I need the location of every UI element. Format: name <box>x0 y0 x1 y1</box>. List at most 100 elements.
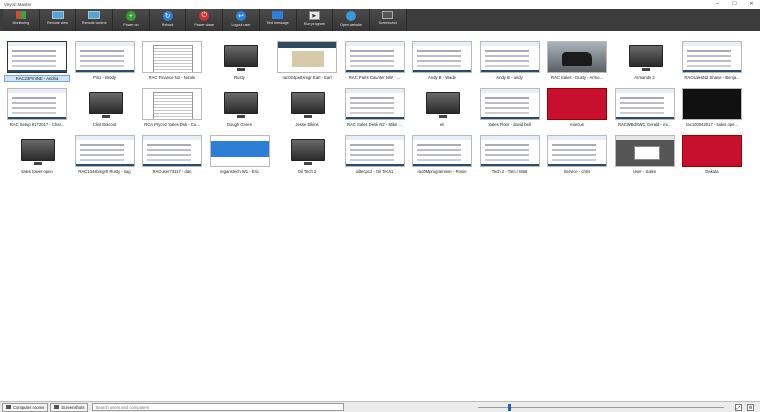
screen-thumbnail <box>614 135 675 167</box>
run-program-button[interactable]: ▶ Run program <box>296 9 334 31</box>
screen-thumbnail <box>547 135 607 167</box>
computer-tile[interactable]: Pin1 - Brody <box>72 35 138 81</box>
computer-tile[interactable]: RACuser73117 - dan <box>139 129 205 175</box>
zoom-slider[interactable] <box>478 404 724 411</box>
computer-tile[interactable]: RAC104sbmgr0 Rusty - sag <box>72 129 138 175</box>
screen-thumbnail <box>142 88 202 120</box>
screen-thumbnail <box>142 135 202 167</box>
computer-name: User - Sales <box>632 169 657 174</box>
zoom-slider-handle[interactable] <box>507 404 511 411</box>
monitor-icon <box>74 88 135 120</box>
computer-name: Clint Bolcout <box>92 122 117 127</box>
screenshots-label: Screenshots <box>61 404 85 410</box>
monitor-icon <box>277 135 337 167</box>
computer-tile[interactable]: eli <box>409 82 475 128</box>
toolbar-label: Run program <box>303 22 325 26</box>
computer-name: Sales Floor - david bell <box>488 122 531 127</box>
computer-tile[interactable]: Andy B - Wade <box>409 35 475 81</box>
power-down-button[interactable]: ⏻ Power down <box>186 9 224 31</box>
computer-tile[interactable]: RAC Parts Counter NW - ... <box>342 35 408 81</box>
computer-tile[interactable]: oiltecpc2 - Oil Tech1 <box>342 129 408 175</box>
auto-fit-icon[interactable]: ⤢ <box>735 404 742 411</box>
computer-name: RAC Parts Counter NW - ... <box>348 75 401 80</box>
screen-thumbnail <box>547 41 607 73</box>
computer-name: Pin1 - Brody <box>92 75 117 80</box>
computer-tile[interactable]: reganstech W1 - Eric <box>207 129 273 175</box>
search-input[interactable] <box>92 403 345 411</box>
computer-tile[interactable]: Rusty <box>207 35 273 81</box>
computer-rooms-button[interactable]: Computer rooms <box>2 402 49 412</box>
computer-tile[interactable]: Dough Green <box>207 82 273 128</box>
computer-name: Andy B - Wade <box>427 75 456 80</box>
computer-tile[interactable]: Tech 2 - Tom / Matt <box>477 129 543 175</box>
screenshot-button[interactable]: Screenshot <box>369 9 407 31</box>
computer-name: RCA Pryce2 Sales Dsk - Cu... <box>144 122 200 127</box>
computer-tile[interactable]: Clint Bolcout <box>72 82 138 128</box>
settings-icon[interactable]: ⚙ <box>747 404 754 411</box>
computer-tile[interactable]: RACWBdSWC Gerald - mi... <box>612 82 678 128</box>
computer-name: RAC23PrntNE - Andria <box>4 75 70 82</box>
reboot-button[interactable]: ↻ Reboot <box>149 9 187 31</box>
computer-tile[interactable]: rac024partsmgr Earl - Earl <box>274 35 340 81</box>
computer-tile[interactable]: RAC Finance N2 - Nicole <box>139 35 205 81</box>
computer-tile[interactable]: Service - chris <box>544 129 610 175</box>
computer-name: reganstech W1 - Eric <box>219 169 260 174</box>
remote-control-button[interactable]: Remote control <box>76 9 114 31</box>
toolbar-label: Screenshot <box>378 21 397 25</box>
computer-name: rac024partsmgr Earl - Earl <box>282 75 332 80</box>
computer-tile[interactable]: rac100042017 - sales ope... <box>679 82 745 128</box>
computer-tile[interactable]: User - Sales <box>612 129 678 175</box>
computer-name: RACsalesN2 Shane - Benja... <box>684 75 740 80</box>
screenshots-button[interactable]: Screenshots <box>50 402 89 412</box>
title-bar: Veyon Master – ☐ ✕ <box>0 0 760 9</box>
computer-name: RACuser73117 - dan <box>152 169 192 174</box>
computer-tile[interactable]: Dakota <box>679 129 745 175</box>
computer-tile[interactable]: Oil Tech 2 <box>274 129 340 175</box>
computer-tile[interactable]: RAC Setup 8172017 - Char... <box>4 82 70 128</box>
close-button[interactable]: ✕ <box>743 0 760 9</box>
computer-tile[interactable]: Jesse Elkins <box>274 82 340 128</box>
monitor-icon <box>7 135 67 167</box>
screen-thumbnail <box>209 135 270 167</box>
monitoring-button[interactable]: Monitoring <box>3 9 40 31</box>
computer-tile[interactable]: RAC Sales Desk N2 - Mike ... <box>342 82 408 128</box>
window-title: Veyon Master <box>4 2 32 7</box>
monitor-icon <box>209 88 270 120</box>
screen-thumbnail <box>74 41 135 73</box>
toolbar-label: Open website <box>340 23 363 27</box>
computer-rooms-label: Computer rooms <box>13 404 45 410</box>
computer-tile[interactable]: rac0Mprogrammer - Ronie <box>409 129 475 175</box>
remote-view-icon <box>51 11 64 19</box>
reboot-icon: ↻ <box>162 11 173 21</box>
computer-tile[interactable]: marcus <box>544 82 610 128</box>
computer-tile[interactable]: RAC23PrntNE - Andria <box>4 35 70 82</box>
computer-tile[interactable]: RCA Pryce2 Sales Dsk - Cu... <box>139 82 205 128</box>
screen-thumbnail <box>412 41 472 73</box>
toolbar-label: Remote control <box>82 21 107 25</box>
computer-name: Tech 2 - Tom / Matt <box>491 169 528 174</box>
text-message-button[interactable]: Text message <box>259 9 297 31</box>
computer-tile[interactable]: RAC Sales - Dusty - Armo... <box>544 35 610 81</box>
open-website-button[interactable]: Open website <box>333 9 370 31</box>
maximize-button[interactable]: ☐ <box>726 0 743 9</box>
computer-tile[interactable]: Andy B - andy <box>477 35 543 81</box>
minimize-button[interactable]: – <box>709 0 726 9</box>
computer-name: RAC Sales - Dusty - Armo... <box>551 75 603 80</box>
screen-thumbnail <box>142 41 202 73</box>
remote-view-button[interactable]: Remote view <box>39 9 77 31</box>
computer-name: Oil Tech 2 <box>297 169 317 174</box>
remote-control-icon <box>88 11 101 19</box>
computer-name: Jesse Elkins <box>295 122 319 127</box>
computer-name: Dough Green <box>226 122 253 127</box>
computer-tile[interactable]: Armando 2 <box>612 35 678 81</box>
computer-name: Service - chris <box>563 169 591 174</box>
window-controls: – ☐ ✕ <box>709 0 760 9</box>
toolbar-label: Logout user <box>231 23 251 27</box>
computer-tile[interactable]: RACsalesN2 Shane - Benja... <box>679 35 745 81</box>
power-on-button[interactable]: + Power on <box>113 9 150 31</box>
computer-tile[interactable]: Sales Floor - david bell <box>477 82 543 128</box>
computer-tile[interactable]: sales tower open <box>4 129 70 175</box>
screen-thumbnail <box>412 135 472 167</box>
computer-name: RAC104sbmgr0 Rusty - sag <box>78 169 131 174</box>
logout-user-button[interactable]: ↩ Logout user <box>223 9 260 31</box>
